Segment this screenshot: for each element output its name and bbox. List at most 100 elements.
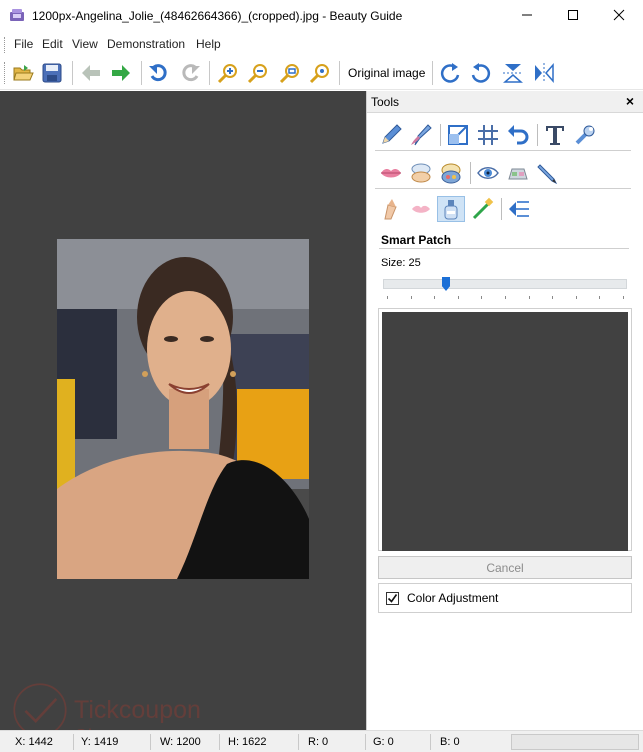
tool-row-1 [375, 119, 631, 151]
undo-button[interactable] [147, 61, 171, 85]
tool-separator [440, 124, 441, 146]
toothbrush-icon [472, 197, 494, 220]
cancel-button[interactable]: Cancel [378, 556, 632, 579]
portrait-photo[interactable] [57, 239, 309, 579]
minimize-button[interactable] [504, 0, 550, 30]
zoom-fit-icon [279, 64, 299, 84]
toolbar-grip [4, 62, 6, 84]
slider-tick [528, 296, 530, 299]
palette-icon [441, 163, 461, 184]
original-image-button[interactable]: Original image [348, 66, 425, 80]
portrait-image [57, 239, 309, 579]
status-separator [73, 734, 74, 750]
brush-icon [411, 124, 432, 146]
minimize-icon [522, 14, 532, 16]
image-canvas[interactable] [0, 91, 366, 730]
checkmark-icon [387, 594, 398, 603]
tool-row-2 [375, 157, 631, 189]
toolbar-separator [432, 61, 433, 85]
close-icon [613, 9, 625, 21]
toolbar-separator [339, 61, 340, 85]
color-adjustment-checkbox[interactable] [386, 592, 399, 605]
zoom-out-button[interactable] [246, 61, 270, 85]
smart-patch-section-title: Smart Patch [381, 233, 452, 247]
status-x: X: 1442 [15, 736, 53, 748]
color-adjustment-label[interactable]: Color Adjustment [407, 591, 498, 605]
slider-tick [575, 296, 577, 299]
menu-help[interactable]: Help [196, 37, 221, 51]
menu-bar: File Edit View Demonstration Help [0, 34, 643, 54]
lips-icon [381, 169, 401, 178]
tool-separator [470, 162, 471, 184]
rotate-left-icon [440, 63, 460, 83]
back-button[interactable] [79, 61, 103, 85]
redo-button[interactable] [178, 61, 202, 85]
compact-tool[interactable] [407, 160, 435, 186]
tools-panel: Tools × Smart Patch Size: 25 Cancel Colo… [366, 91, 643, 730]
close-button[interactable] [596, 0, 642, 30]
menu-edit[interactable]: Edit [42, 37, 63, 51]
undo-tool[interactable] [504, 122, 532, 148]
rotate-right-button[interactable] [469, 61, 493, 85]
forward-button[interactable] [109, 61, 133, 85]
zoom-in-button[interactable] [216, 61, 240, 85]
grid-tool[interactable] [474, 122, 502, 148]
tool-row-divider [375, 150, 631, 151]
smart-patch-tool[interactable] [437, 196, 465, 222]
toolbar-separator [209, 61, 210, 85]
slider-tick [387, 296, 388, 299]
text-icon [546, 126, 564, 145]
slider-tick [410, 296, 412, 299]
menu-file[interactable]: File [14, 37, 33, 51]
brush-tool[interactable] [407, 122, 435, 148]
toolbar-separator [141, 61, 142, 85]
status-separator [430, 734, 431, 750]
status-bar: X: 1442 Y: 1419 W: 1200 H: 1622 R: 0 G: … [0, 730, 643, 752]
size-label: Size: 25 [381, 257, 421, 269]
zoom-actual-button[interactable] [308, 61, 332, 85]
crop-tool[interactable] [444, 122, 472, 148]
tools-panel-close-button[interactable]: × [623, 93, 637, 109]
status-blue: B: 0 [440, 736, 460, 748]
wrench-tool[interactable] [571, 122, 599, 148]
smart-patch-bottle-icon [444, 200, 458, 220]
rotate-left-button[interactable] [438, 61, 462, 85]
zoom-fit-button[interactable] [278, 61, 302, 85]
pencil-tool[interactable] [377, 122, 405, 148]
eye-icon [477, 167, 499, 179]
color-adjustment-group: Color Adjustment [378, 583, 632, 613]
slider-tick [552, 296, 554, 299]
size-slider-track[interactable] [383, 279, 627, 289]
foundation-tool[interactable] [377, 196, 405, 222]
title-bar: 1200px-Angelina_Jolie_(48462664366)_(cro… [0, 0, 643, 32]
flip-horizontal-icon [535, 63, 554, 83]
slim-arrow-icon [509, 201, 529, 217]
foundation-icon [384, 199, 397, 220]
palette-tool[interactable] [437, 160, 465, 186]
eye-tool[interactable] [474, 160, 502, 186]
tools-panel-title: Tools [371, 95, 400, 109]
text-tool[interactable] [541, 122, 569, 148]
save-button[interactable] [40, 61, 64, 85]
slider-tick [505, 296, 506, 299]
eyeshadow-tool[interactable] [504, 160, 532, 186]
maximize-button[interactable] [550, 0, 596, 30]
teeth-tool[interactable] [469, 196, 497, 222]
blush-tool[interactable] [407, 196, 435, 222]
crop-icon [448, 125, 468, 145]
flip-horizontal-button[interactable] [532, 61, 556, 85]
eyeliner-tool[interactable] [534, 160, 562, 186]
rotate-right-icon [471, 63, 491, 83]
flip-vertical-button[interactable] [501, 61, 525, 85]
redo-icon [182, 64, 200, 82]
lips-tool[interactable] [377, 160, 405, 186]
back-arrow-icon [82, 65, 100, 81]
menu-demonstration[interactable]: Demonstration [107, 37, 185, 51]
menu-view[interactable]: View [72, 37, 98, 51]
grid-icon [478, 125, 498, 145]
open-button[interactable] [11, 61, 35, 85]
slider-tick [599, 296, 601, 299]
eyeshadow-icon [508, 168, 528, 180]
section-divider [379, 248, 629, 249]
slim-tool[interactable] [505, 196, 533, 222]
